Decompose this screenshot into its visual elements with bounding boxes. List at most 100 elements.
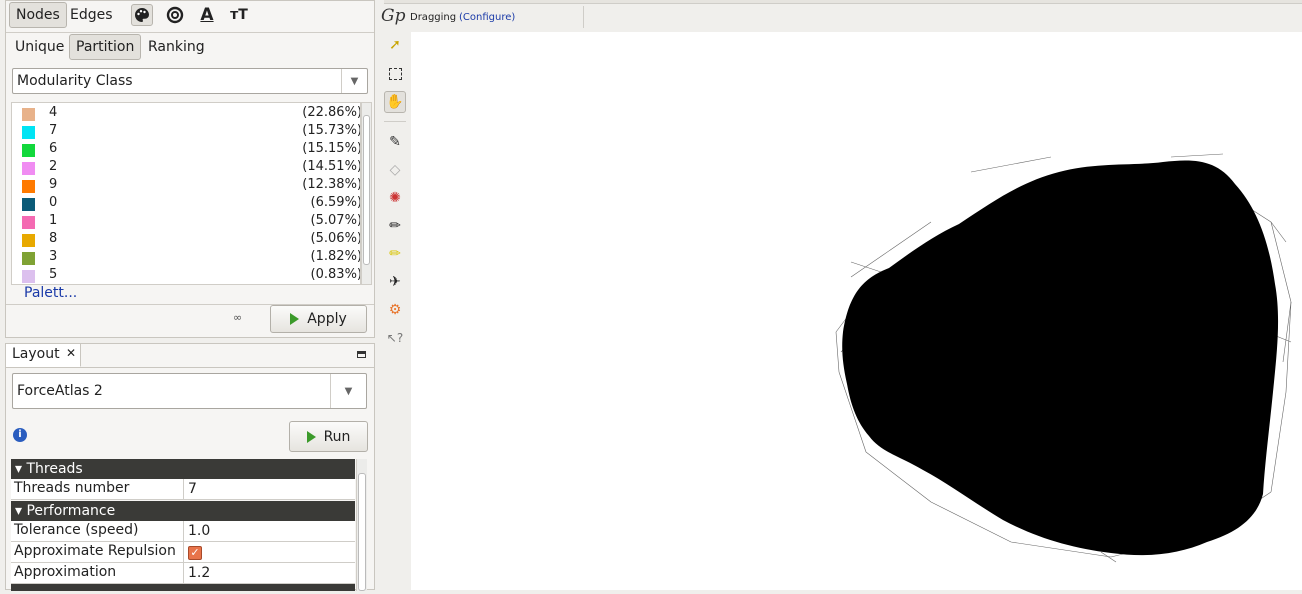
partition-row[interactable]: 9 (12.38%) [22,177,361,195]
color-swatch[interactable] [22,144,35,157]
prop-row[interactable]: Tolerance (speed) 1.0 [11,521,355,542]
minimize-icon[interactable] [357,351,366,358]
sheet-scrollbar[interactable] [356,459,367,591]
partition-percent: (14.51%) [302,159,361,174]
partition-percent: (5.07%) [310,213,361,228]
partition-percent: (6.59%) [310,195,361,210]
drag-hand-icon[interactable]: ✋ [384,91,406,113]
graph-tab [384,0,1302,4]
layout-algorithm-select[interactable]: ForceAtlas 2 ▼ [12,373,367,409]
prop-row[interactable]: Approximation 1.2 [11,563,355,584]
graph-canvas[interactable] [411,32,1302,590]
tab-partition[interactable]: Partition [69,34,142,60]
color-swatch[interactable] [22,162,35,175]
tab-ranking[interactable]: Ranking [141,34,212,60]
color-wheel-icon[interactable]: ✺ [384,187,406,209]
prop-value[interactable]: 1.2 [183,563,210,583]
tab-edges[interactable]: Edges [63,2,120,28]
color-palette-icon[interactable] [131,4,153,26]
painter-brush-icon[interactable]: ✎ [384,131,406,153]
color-swatch[interactable] [22,234,35,247]
partition-label: 4 [49,105,58,120]
prop-row[interactable]: Approximate Repulsion ✓ [11,542,355,563]
help-pointer-icon[interactable]: ↖? [384,327,406,349]
prop-key: Tolerance (speed) [14,522,139,538]
partition-label: 5 [49,267,58,282]
close-icon[interactable]: ✕ [66,346,76,360]
scrollbar-thumb[interactable] [358,473,366,591]
left-column: Nodes Edges A тT Unique Partition Rankin… [0,0,376,591]
partition-label: 0 [49,195,58,210]
partition-row[interactable]: 8 (5.06%) [22,231,361,249]
partition-percent: (22.86%) [302,105,361,120]
partition-list: 4 (22.86%) 7 (15.73%) 6 (15.15%) 2 (14.51%) 9 (12… [11,102,361,285]
scrollbar-thumb[interactable] [363,115,370,265]
label-size-icon[interactable]: тT [228,4,250,26]
attribute-select-value: Modularity Class [17,73,133,89]
partition-row[interactable]: 6 (15.15%) [22,141,360,159]
edge-pencil-icon[interactable]: ✏ [384,243,406,265]
partition-label: 1 [49,213,58,228]
graph-header: Gp Dragging (Configure) [376,0,1302,32]
rectangle-select-icon[interactable] [384,63,406,85]
gear-icon[interactable]: ⚙ [384,299,406,321]
partition-label: 2 [49,159,58,174]
list-scrollbar[interactable] [361,102,372,285]
divider [6,32,374,33]
partition-row[interactable]: 3 (1.82%) [22,249,360,267]
chain-icon[interactable]: ∞ [233,311,242,324]
tab-unique[interactable]: Unique [8,34,71,60]
partition-row[interactable]: 0 (6.59%) [22,195,361,213]
airplane-icon[interactable]: ✈ [384,271,406,293]
color-swatch[interactable] [22,180,35,193]
checkbox-checked-icon[interactable]: ✓ [188,546,202,560]
color-swatch[interactable] [22,270,35,283]
attribute-select[interactable]: Modularity Class ▼ [12,68,368,94]
color-swatch[interactable] [22,216,35,229]
partition-row[interactable]: 7 (15.73%) [22,123,360,141]
run-button[interactable]: Run [289,421,368,452]
partition-row[interactable]: 5 (0.83%) [22,267,361,284]
prop-key: Approximation [14,564,117,580]
partition-percent: (5.06%) [310,231,361,246]
color-swatch[interactable] [22,126,35,139]
section-performance[interactable]: ▾ Performance [11,501,355,521]
apply-button[interactable]: Apply [270,305,367,333]
divider [583,6,584,28]
play-icon [306,430,316,443]
partition-row[interactable]: 4 (22.86%) [22,105,361,123]
pencil-icon[interactable]: ✏ [384,215,406,237]
section-title: Threads [26,461,83,477]
label-color-icon[interactable]: A [196,4,218,26]
tab-nodes[interactable]: Nodes [9,2,67,28]
partition-percent: (12.38%) [302,177,361,192]
prop-key: Threads number [14,480,130,496]
tool-mode-label: Dragging [410,12,457,23]
prop-value[interactable]: 7 [183,479,197,499]
diamond-icon[interactable]: ◇ [384,159,406,181]
partition-label: 6 [49,141,58,156]
prop-key: Approximate Repulsion [14,543,176,559]
chevron-down-icon[interactable]: ▼ [341,69,367,93]
configure-link[interactable]: (Configure) [459,12,515,23]
layout-tab[interactable]: Layout ✕ [6,344,81,367]
color-swatch[interactable] [22,108,35,121]
color-swatch[interactable] [22,252,35,265]
partition-row[interactable]: 1 (5.07%) [22,213,361,231]
section-threads[interactable]: ▾ Threads [11,459,355,479]
palette-link[interactable]: Palett... [24,285,77,301]
chevron-down-icon[interactable]: ▼ [330,374,366,408]
divider [384,121,406,122]
partition-percent: (0.83%) [310,267,361,282]
prop-value[interactable]: 1.0 [183,521,210,541]
info-icon[interactable]: i [13,428,27,442]
apply-label: Apply [307,311,347,327]
partition-label: 7 [49,123,58,138]
color-swatch[interactable] [22,198,35,211]
partition-row[interactable]: 2 (14.51%) [22,159,361,177]
prop-value[interactable]: ✓ [183,542,353,562]
graph-tools-toolbar: ➚ ✋ ✎ ◇ ✺ ✏ ✏ ✈ ⚙ ↖? [380,32,410,590]
pointer-icon[interactable]: ➚ [384,34,406,56]
size-icon[interactable] [164,4,186,26]
prop-row[interactable]: Threads number 7 [11,479,355,500]
